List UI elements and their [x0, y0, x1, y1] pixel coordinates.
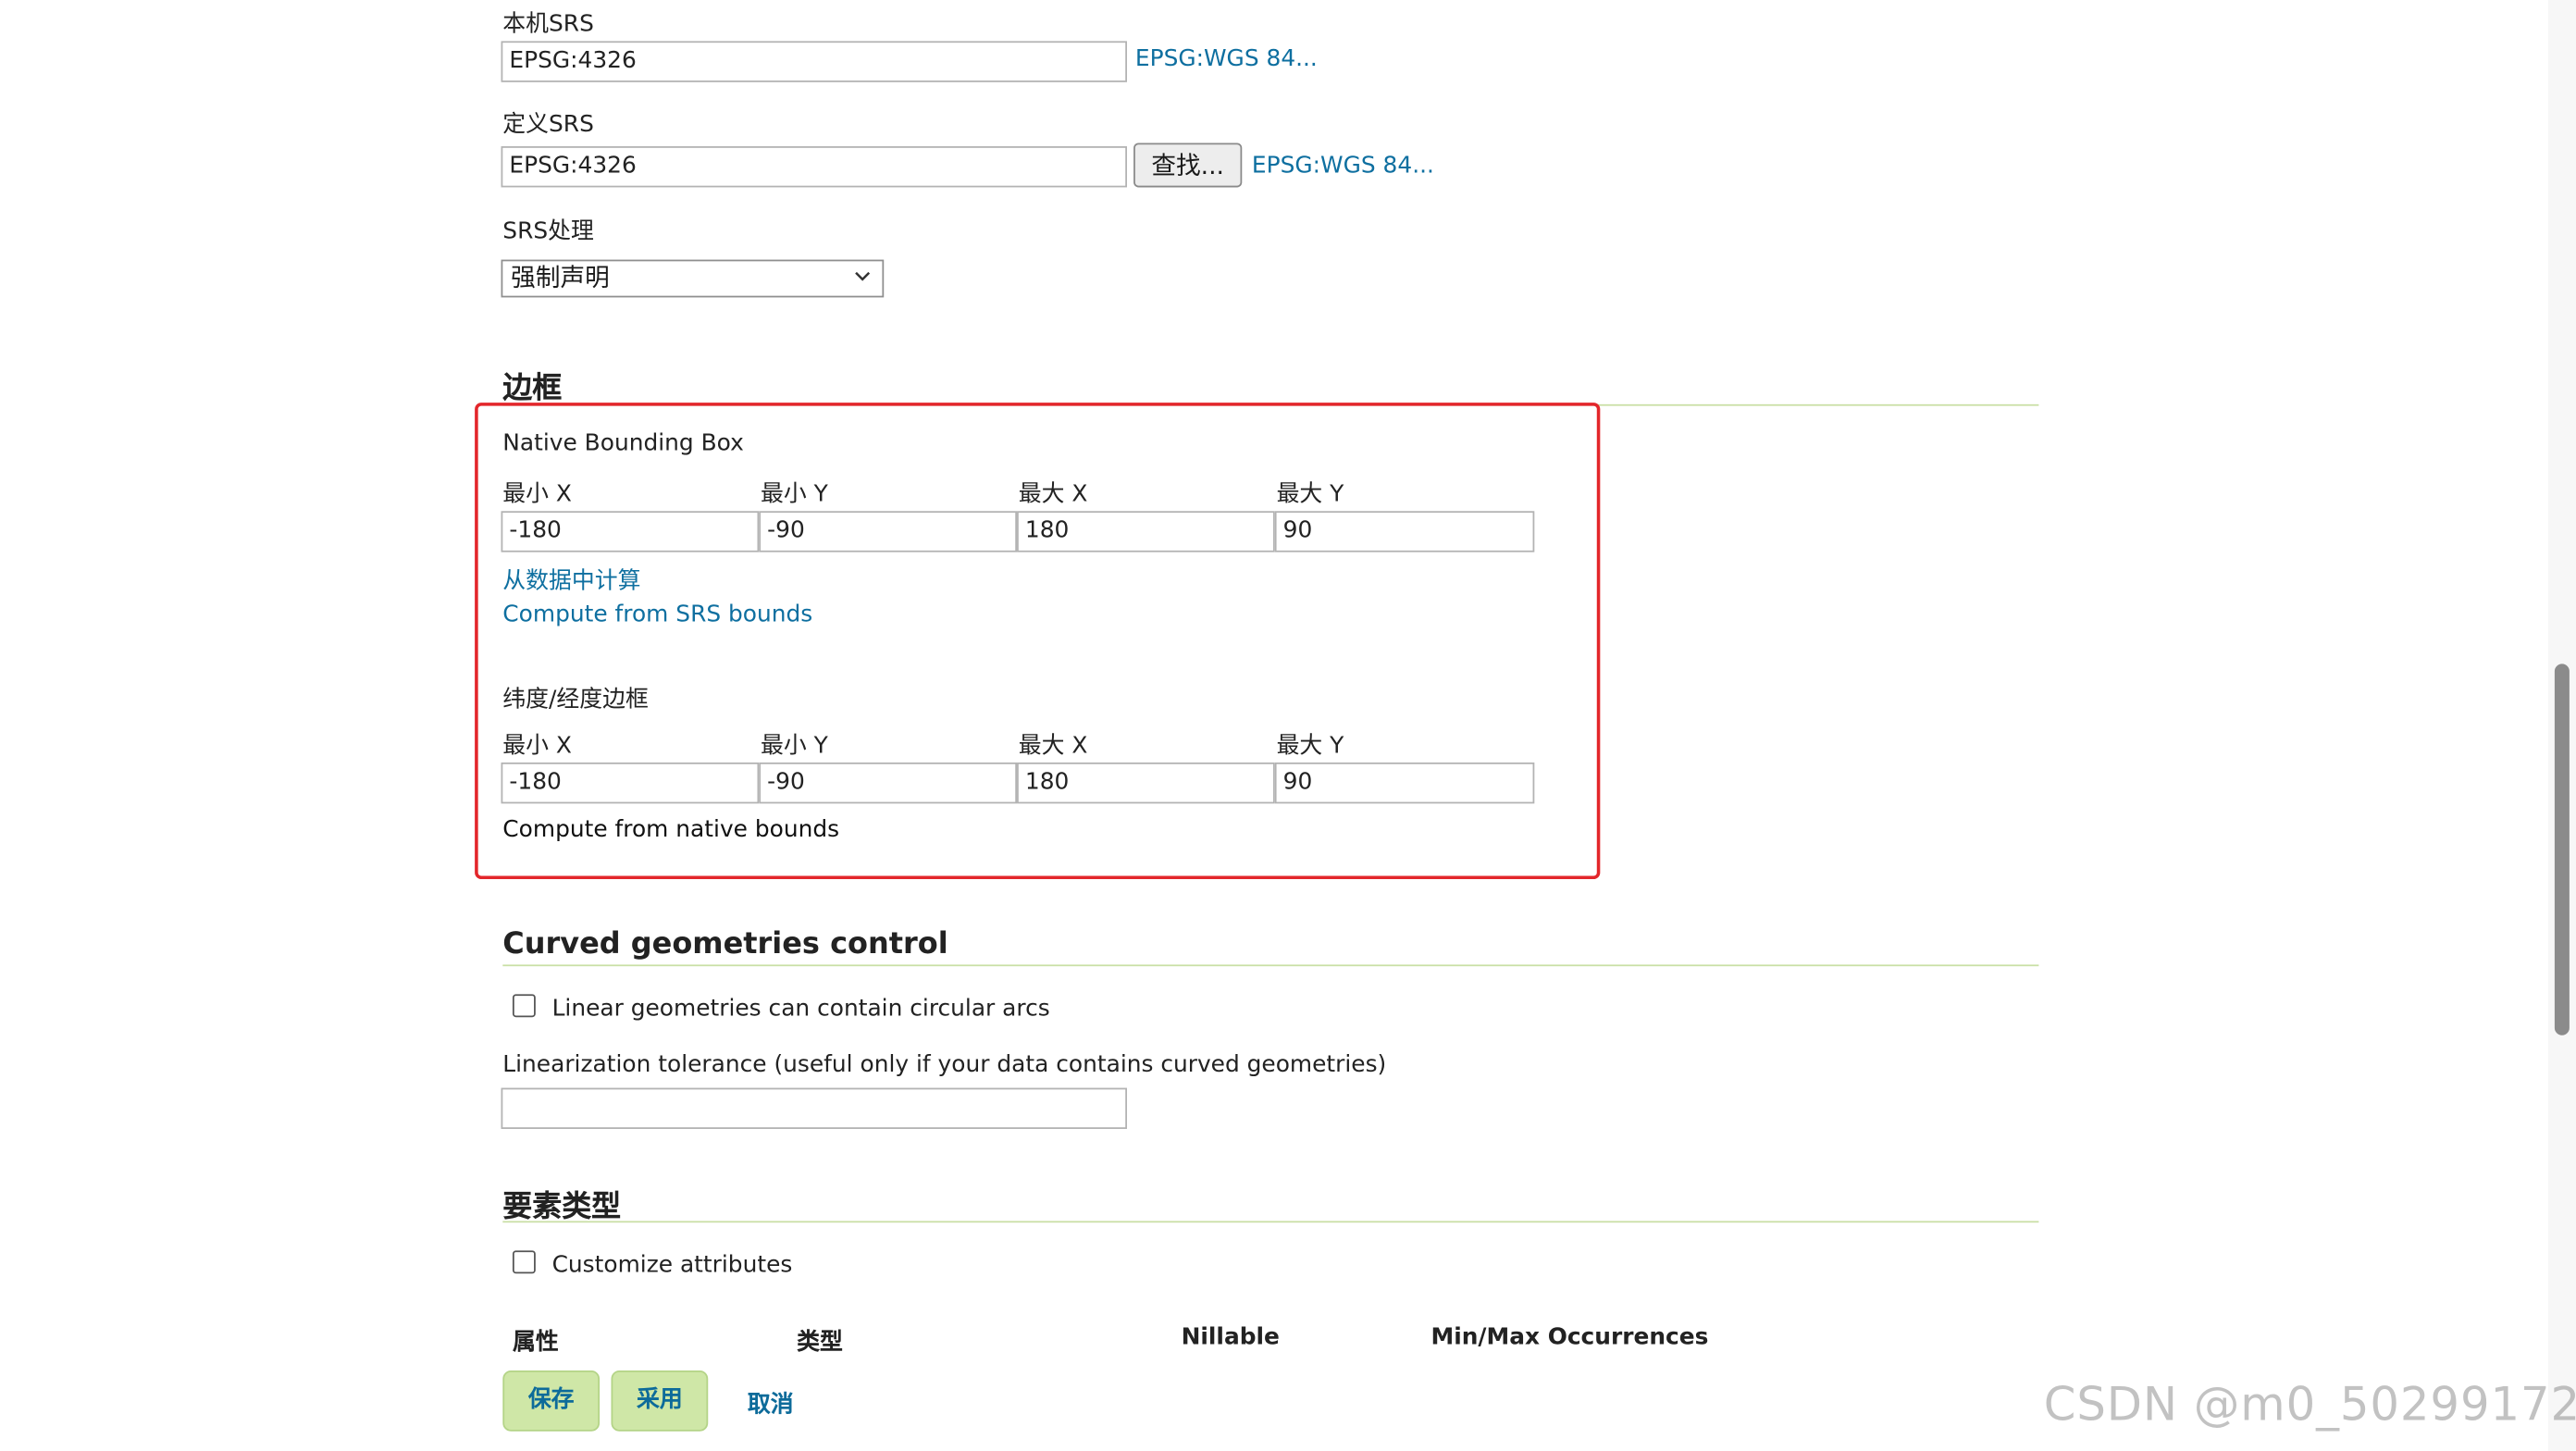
latlon-miny-input[interactable]: -90	[759, 762, 1018, 804]
column-header-nillable: Nillable	[1181, 1324, 1280, 1351]
latlon-miny-label: 最小 Y	[761, 733, 828, 760]
curved-heading: Curved geometries control	[502, 926, 948, 961]
scrollbar-thumb[interactable]	[2554, 663, 2570, 1036]
native-bbox-title: Native Bounding Box	[502, 430, 744, 457]
bbox-heading: 边框	[502, 371, 563, 406]
native-srs-input[interactable]: EPSG:4326	[501, 41, 1127, 82]
tolerance-label: Linearization tolerance (useful only if …	[502, 1051, 1387, 1078]
page: 本机SRS EPSG:4326 EPSG:WGS 84... 定义SRS EPS…	[0, 0, 2576, 1451]
column-header-attribute: 属性	[512, 1329, 559, 1357]
column-header-occurrences: Min/Max Occurrences	[1430, 1324, 1709, 1351]
native-srs-link[interactable]: EPSG:WGS 84...	[1135, 46, 1318, 72]
save-button[interactable]: 保存	[502, 1370, 601, 1432]
watermark: CSDN @m0_50299172	[2043, 1377, 2576, 1432]
chevron-down-icon	[855, 271, 871, 281]
srs-handling-select[interactable]: 强制声明	[501, 259, 885, 298]
circular-arcs-label: Linear geometries can contain circular a…	[551, 996, 1050, 1023]
native-miny-input[interactable]: -90	[759, 511, 1018, 552]
cancel-link[interactable]: 取消	[748, 1387, 794, 1420]
curved-divider	[502, 964, 2039, 967]
declared-srs-link[interactable]: EPSG:WGS 84...	[1252, 153, 1434, 179]
latlon-minx-label: 最小 X	[502, 733, 572, 760]
apply-button[interactable]: 采用	[611, 1370, 709, 1432]
declared-srs-label: 定义SRS	[502, 111, 594, 139]
circular-arcs-checkbox[interactable]	[512, 994, 536, 1018]
latlon-maxx-input[interactable]: 180	[1017, 762, 1275, 804]
declared-srs-input[interactable]: EPSG:4326	[501, 146, 1127, 188]
latlon-maxy-input[interactable]: 90	[1274, 762, 1535, 804]
column-header-type: 类型	[797, 1329, 843, 1357]
highlight-box	[475, 403, 1601, 880]
feature-type-divider	[502, 1221, 2039, 1223]
tolerance-input[interactable]	[501, 1087, 1127, 1129]
compute-from-data-link[interactable]: 从数据中计算	[502, 564, 640, 597]
latlon-maxy-label: 最大 Y	[1276, 733, 1344, 760]
native-minx-label: 最小 X	[502, 481, 572, 508]
native-maxy-label: 最大 Y	[1276, 481, 1344, 508]
native-maxy-input[interactable]: 90	[1274, 511, 1535, 552]
customize-attributes-checkbox[interactable]	[512, 1250, 536, 1274]
native-maxx-label: 最大 X	[1018, 481, 1088, 508]
srs-handling-label: SRS处理	[502, 218, 594, 245]
compute-from-native-link[interactable]: Compute from native bounds	[502, 817, 839, 843]
latlon-maxx-label: 最大 X	[1018, 733, 1088, 760]
native-maxx-input[interactable]: 180	[1017, 511, 1275, 552]
find-srs-button[interactable]: 查找...	[1133, 143, 1243, 188]
native-minx-input[interactable]: -180	[501, 511, 760, 552]
latlon-minx-input[interactable]: -180	[501, 762, 760, 804]
srs-handling-value: 强制声明	[511, 263, 610, 293]
native-srs-label: 本机SRS	[502, 11, 594, 38]
latlon-bbox-title: 纬度/经度边框	[502, 687, 649, 713]
native-miny-label: 最小 Y	[761, 481, 828, 508]
feature-type-heading: 要素类型	[502, 1189, 622, 1224]
customize-attributes-label: Customize attributes	[551, 1252, 793, 1279]
compute-from-srs-link[interactable]: Compute from SRS bounds	[502, 601, 812, 627]
